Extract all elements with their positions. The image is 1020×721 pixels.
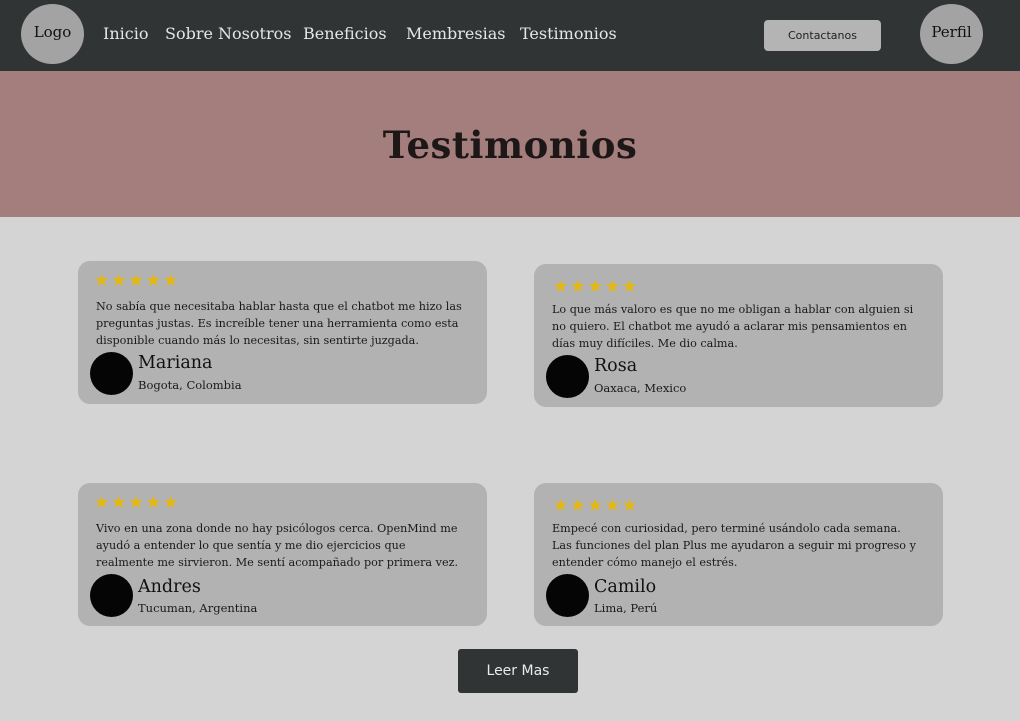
testimonial-quote: Empecé con curiosidad, pero terminé usán… xyxy=(552,522,916,569)
testimonial-card: ★ ★ ★ ★ ★ Lo que más valoro es que no me… xyxy=(534,264,943,407)
star-icon: ★ xyxy=(163,271,179,291)
avatar xyxy=(90,574,133,617)
star-icon: ★ xyxy=(587,277,603,297)
avatar xyxy=(90,352,133,395)
testimonial-name: Andres xyxy=(138,577,201,597)
testimonial-location: Oaxaca, Mexico xyxy=(594,381,687,395)
star-icon: ★ xyxy=(94,271,110,291)
star-icon: ★ xyxy=(111,271,127,291)
star-icon: ★ xyxy=(622,277,638,297)
page-title: Testimonios xyxy=(382,123,638,167)
star-icon: ★ xyxy=(111,493,127,513)
navbar: Logo Inicio Sobre Nosotros Beneficios Me… xyxy=(0,0,1020,71)
testimonial-quote: Vivo en una zona donde no hay psicólogos… xyxy=(96,522,459,569)
avatar xyxy=(546,355,589,398)
testimonial-card: ★ ★ ★ ★ ★ No sabía que necesitaba hablar… xyxy=(78,261,487,404)
profile-button[interactable]: Perfil xyxy=(920,4,983,64)
hero-banner: Testimonios xyxy=(0,71,1020,217)
star-icon: ★ xyxy=(145,271,161,291)
testimonial-quote: Lo que más valoro es que no me obligan a… xyxy=(552,303,914,350)
nav-item-beneficios[interactable]: Beneficios xyxy=(303,24,387,43)
star-icon: ★ xyxy=(604,496,620,516)
rating-stars: ★ ★ ★ ★ ★ xyxy=(94,493,178,513)
star-icon: ★ xyxy=(587,496,603,516)
testimonial-card: ★ ★ ★ ★ ★ Empecé con curiosidad, pero te… xyxy=(534,483,943,626)
star-icon: ★ xyxy=(553,277,569,297)
read-more-button[interactable]: Leer Mas xyxy=(458,649,578,693)
rating-stars: ★ ★ ★ ★ ★ xyxy=(553,277,637,297)
star-icon: ★ xyxy=(128,493,144,513)
testimonial-name: Camilo xyxy=(594,577,657,597)
star-icon: ★ xyxy=(145,493,161,513)
avatar xyxy=(546,574,589,617)
star-icon: ★ xyxy=(553,496,569,516)
star-icon: ★ xyxy=(128,271,144,291)
star-icon: ★ xyxy=(604,277,620,297)
testimonial-name: Rosa xyxy=(594,356,638,376)
testimonial-card: ★ ★ ★ ★ ★ Vivo en una zona donde no hay … xyxy=(78,483,487,626)
logo-button[interactable]: Logo xyxy=(21,4,84,64)
testimonial-quote: No sabía que necesitaba hablar hasta que… xyxy=(96,300,462,347)
nav-item-inicio[interactable]: Inicio xyxy=(103,24,148,43)
testimonial-location: Lima, Perú xyxy=(594,601,658,615)
contact-button[interactable]: Contactanos xyxy=(764,20,881,51)
star-icon: ★ xyxy=(94,493,110,513)
testimonial-name: Mariana xyxy=(138,353,213,373)
nav-item-membresias[interactable]: Membresias xyxy=(406,24,505,43)
star-icon: ★ xyxy=(570,496,586,516)
testimonial-location: Tucuman, Argentina xyxy=(138,601,258,615)
star-icon: ★ xyxy=(622,496,638,516)
rating-stars: ★ ★ ★ ★ ★ xyxy=(94,271,178,291)
nav-item-testimonios[interactable]: Testimonios xyxy=(520,24,617,43)
testimonial-location: Bogota, Colombia xyxy=(138,378,242,392)
star-icon: ★ xyxy=(163,493,179,513)
star-icon: ★ xyxy=(570,277,586,297)
rating-stars: ★ ★ ★ ★ ★ xyxy=(553,496,637,516)
nav-item-sobre-nosotros[interactable]: Sobre Nosotros xyxy=(165,24,291,43)
